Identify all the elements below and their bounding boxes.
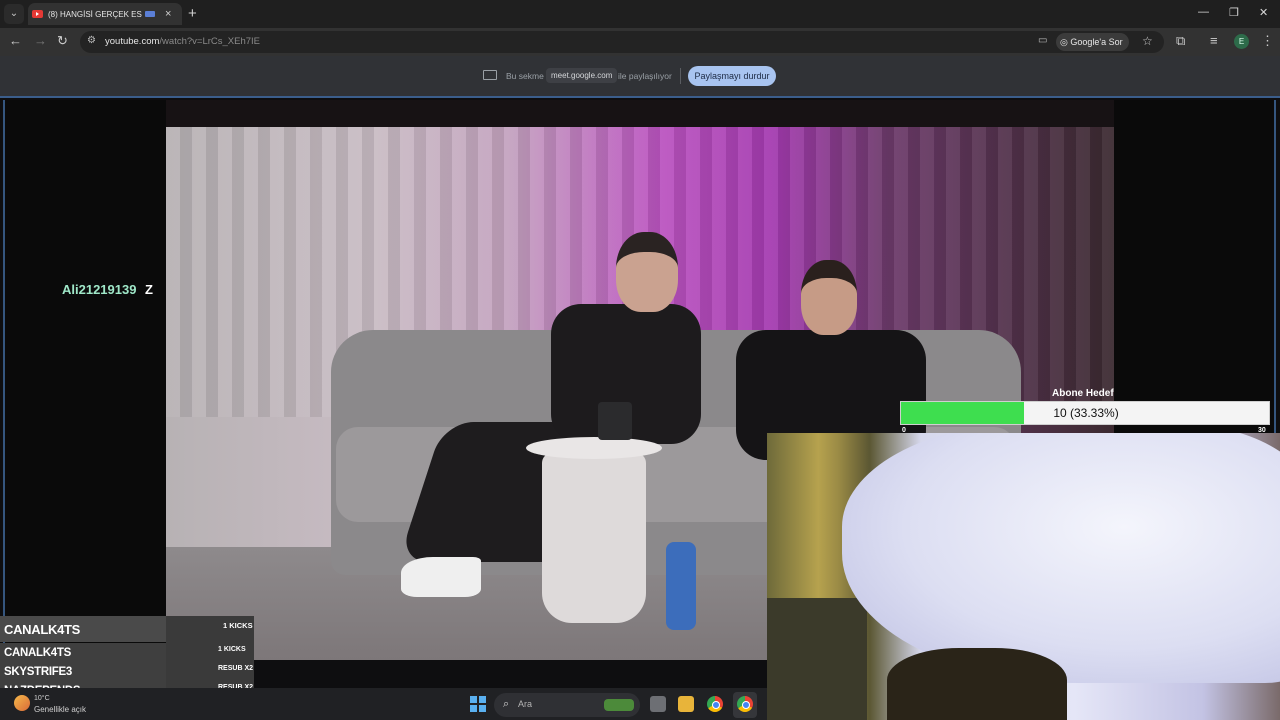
browser-toolbar: ← → ↻ ⚙ youtube.com/watch?v=LrCs_XEh7IE … <box>0 28 1280 56</box>
window-close-icon[interactable]: ✕ <box>1259 6 1268 19</box>
share-host: meet.google.com <box>546 68 618 83</box>
back-icon[interactable]: ← <box>9 33 22 48</box>
event-feed-row: CANALK4TS 1 KICKS <box>0 643 254 662</box>
divider <box>680 68 681 84</box>
goal-title: Abone Hedef <box>1052 388 1114 399</box>
forward-icon[interactable]: → <box>34 33 47 48</box>
extensions-icon[interactable]: ⧉ <box>1176 33 1185 49</box>
event-feed-latest: CANALK4TS 1 KICKS <box>0 616 253 642</box>
mug <box>598 402 632 440</box>
person-right-head <box>801 260 857 335</box>
file-explorer-icon[interactable] <box>678 696 694 712</box>
stop-sharing-button[interactable]: Paylaşmayı durdur <box>688 66 776 86</box>
goal-min-label: 0 <box>902 427 906 434</box>
chat-username: Ali21219139 <box>62 282 137 297</box>
table-top <box>526 437 662 459</box>
webcam-bed <box>767 598 867 720</box>
left-panel <box>3 100 166 688</box>
event-action: 1 KICKS <box>223 621 253 630</box>
reload-icon[interactable]: ↻ <box>57 33 68 49</box>
tab-title: (8) HANGİSİ GERÇEK ESKİ S <box>48 9 142 19</box>
share-text-after: ile paylaşılıyor <box>618 71 672 81</box>
goal-max-label: 30 <box>1258 427 1266 434</box>
event-action: 1 KICKS <box>218 646 246 653</box>
sharing-indicator-icon <box>145 11 155 17</box>
cast-icon[interactable]: ▭ <box>1038 35 1047 46</box>
goal-progress-bar: 10 (33.33%) <box>900 401 1270 425</box>
menu-icon[interactable]: ⋮ <box>1261 33 1274 49</box>
bookmark-star-icon[interactable]: ☆ <box>1142 34 1153 48</box>
chat-message: Z <box>145 282 153 297</box>
side-table <box>526 437 662 623</box>
site-info-icon[interactable]: ⚙ <box>87 35 96 46</box>
windows-taskbar: 10°C Genellikle açık ⌕ Ara <box>0 688 767 720</box>
windows-start-icon[interactable] <box>470 696 486 712</box>
person-left-head <box>616 232 678 312</box>
share-text-before: Bu sekme <box>506 71 544 81</box>
weather-icon[interactable] <box>14 695 30 711</box>
minimize-icon[interactable]: — <box>1198 6 1209 18</box>
taskbar-search-placeholder: Ara <box>518 699 533 709</box>
tab-close-icon[interactable]: × <box>165 8 171 20</box>
new-tab-button[interactable]: + <box>188 5 197 22</box>
event-name: CANALK4TS <box>4 647 71 659</box>
search-icon: ⌕ <box>503 698 510 710</box>
event-action: RESUB X2 <box>218 665 254 672</box>
tab-strip: ⌄ (8) HANGİSİ GERÇEK ESKİ S × + — ❐ ✕ <box>0 0 1280 28</box>
stream-viewport: Ali21219139 Z CANALK4TS 1 KICKS CANALK4T… <box>0 96 1280 720</box>
event-name: CANALK4TS <box>4 622 81 637</box>
weather-desc[interactable]: Genellikle açık <box>34 705 86 714</box>
webcam-shirt <box>842 433 1280 683</box>
address-bar[interactable]: ⚙ youtube.com/watch?v=LrCs_XEh7IE ▭ ◎ Go… <box>80 31 1164 53</box>
chrome-icon[interactable] <box>707 696 723 712</box>
ask-google-button[interactable]: ◎ Google'a Sor <box>1056 33 1129 51</box>
tab-search-button[interactable]: ⌄ <box>4 4 24 24</box>
url-text[interactable]: youtube.com/watch?v=LrCs_XEh7IE <box>105 36 260 47</box>
water-bottle <box>666 542 696 630</box>
url-host: youtube.com <box>105 36 160 47</box>
task-view-icon[interactable] <box>650 696 666 712</box>
screen-share-icon <box>483 70 497 80</box>
video-top-band <box>166 100 1114 127</box>
chrome-icon-active[interactable] <box>737 696 753 712</box>
search-highlight-icon <box>604 699 634 711</box>
webcam-shadow <box>887 648 1067 720</box>
weather-temp[interactable]: 10°C <box>34 695 50 702</box>
profile-avatar[interactable]: E <box>1234 34 1249 49</box>
table-base <box>542 453 646 623</box>
youtube-icon <box>32 10 43 18</box>
event-feed-row: SKYSTRIFE3 RESUB X2 <box>0 662 254 681</box>
screen: ⌄ (8) HANGİSİ GERÇEK ESKİ S × + — ❐ ✕ ← … <box>0 0 1280 720</box>
sneaker <box>401 557 481 597</box>
goal-progress-label: 10 (33.33%) <box>1053 406 1119 420</box>
restore-icon[interactable]: ❐ <box>1229 6 1239 19</box>
event-name: SKYSTRIFE3 <box>4 666 72 678</box>
webcam-feed <box>767 433 1280 720</box>
url-path: /watch?v=LrCs_XEh7IE <box>159 36 261 47</box>
tab-youtube[interactable]: (8) HANGİSİ GERÇEK ESKİ S × <box>28 3 182 25</box>
taskbar-search[interactable]: ⌕ Ara <box>494 693 640 717</box>
media-controls-icon[interactable]: ≡ <box>1210 33 1218 48</box>
ask-google-label: Google'a Sor <box>1070 37 1123 47</box>
screen-share-bar: Bu sekme meet.google.com ile paylaşılıyo… <box>0 56 1280 96</box>
